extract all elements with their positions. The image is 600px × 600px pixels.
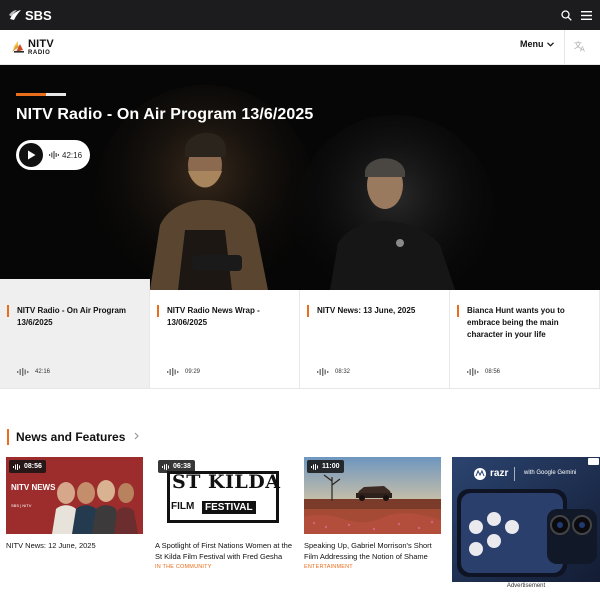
news-card[interactable]: NITV NEWS SBS | NITV 08:56 NITV News: 12… [6,457,143,551]
duration-badge: 08:56 [9,460,46,473]
ad-tagline: with Google Gemini [524,470,577,476]
news-card[interactable]: ST KILDA FILM FESTIVAL 06:38 A Spotlight… [155,457,292,570]
episode-strip: NITV Radio - On Air Program 13/6/2025 42… [0,279,600,389]
sbs-topbar: SBS [0,0,600,30]
news-card[interactable]: 11:00 Speaking Up, Gabriel Morrison's Sh… [304,457,441,570]
sbs-mark-icon [9,10,21,20]
advertisement[interactable]: razr with Google Gemini [452,457,600,582]
audio-wave-icon [49,151,59,159]
episode-card[interactable]: NITV News: 13 June, 2025 08:32 [300,290,450,389]
episode-title: Bianca Hunt wants you to embrace being t… [467,306,565,339]
episode-accent-bar [457,305,459,317]
episode-card[interactable]: NITV Radio - On Air Program 13/6/2025 42… [0,279,150,389]
hero-accent-bar [16,93,66,96]
chevron-down-icon [546,41,554,47]
hero-play-button[interactable]: 42:16 [16,140,90,170]
news-card-thumbnail: NITV NEWS SBS | NITV 08:56 [6,457,143,534]
episode-accent-bar [7,305,9,317]
card-title[interactable]: Speaking Up, Gabriel Morrison's Short Fi… [304,540,441,562]
card-title[interactable]: A Spotlight of First Nations Women at th… [155,540,292,562]
news-card-thumbnail: 11:00 [304,457,441,534]
episode-duration: 08:56 [485,369,501,375]
advertisement-label: Advertisement [506,583,546,589]
card-duration: 08:56 [24,463,42,470]
card-category[interactable]: ENTERTAINMENT [304,564,441,570]
episode-duration: 42:16 [35,369,51,375]
sbs-logo[interactable]: SBS [8,8,52,23]
card-duration: 06:38 [173,463,191,470]
episode-duration: 09:29 [185,369,201,375]
ad-info-icon[interactable] [588,458,599,465]
hamburger-icon[interactable] [580,8,592,22]
menu-button[interactable]: Menu [520,39,554,49]
chevron-right-icon [134,432,140,443]
hero-photo [0,65,600,290]
episode-card[interactable]: Bianca Hunt wants you to embrace being t… [450,290,600,389]
nitv-logo-text: NITV [28,37,54,50]
nitv-header: NITV RADIO Menu 文A [0,30,600,65]
translate-icon[interactable]: 文A [574,40,588,54]
hero-banner[interactable]: NITV Radio - On Air Program 13/6/2025 42… [0,65,600,290]
section-accent-bar [7,429,9,445]
card-category[interactable]: IN THE COMMUNITY [155,564,292,570]
news-card-thumbnail: ST KILDA FILM FESTIVAL 06:38 [155,457,292,534]
menu-label: Menu [520,39,544,49]
st-kilda-logo-line1: ST KILDA [172,471,281,493]
hero-duration: 42:16 [62,150,83,160]
section-title: News and Features [16,430,126,444]
audio-wave-icon [317,368,329,376]
duration-badge: 11:00 [307,460,344,473]
audio-wave-icon [13,463,20,470]
card-title[interactable]: NITV News: 12 June, 2025 [6,540,143,551]
episode-title: NITV Radio - On Air Program 13/6/2025 [17,306,127,327]
news-features-heading[interactable]: News and Features [7,429,140,445]
nitv-mark-icon [12,41,24,53]
nitv-news-thumb-brand: NITV NEWS [11,483,56,492]
episode-accent-bar [157,305,159,317]
card-duration: 11:00 [322,463,340,470]
header-divider [564,30,565,65]
st-kilda-logo-line2: FILM [171,501,195,512]
episode-title: NITV Radio News Wrap - 13/06/2025 [167,306,260,327]
audio-wave-icon [17,368,29,376]
sbs-brand-text: SBS [25,7,52,23]
thumb-footer: SBS | NITV [11,503,32,508]
nitv-radio-logo[interactable]: NITV RADIO [11,37,54,56]
episode-duration: 08:32 [335,369,351,375]
episode-title: NITV News: 13 June, 2025 [317,306,416,315]
search-icon[interactable] [560,8,572,22]
audio-wave-icon [311,463,318,470]
st-kilda-logo-line3: FESTIVAL [202,501,256,514]
ad-brand-text: razr [490,468,509,479]
hero-title[interactable]: NITV Radio - On Air Program 13/6/2025 [16,106,313,124]
audio-wave-icon [162,463,169,470]
play-icon [19,143,43,167]
svg-text:A: A [580,46,585,53]
duration-badge: 06:38 [158,460,195,473]
audio-wave-icon [467,368,479,376]
episode-accent-bar [307,305,309,317]
radio-logo-text: RADIO [28,49,51,56]
audio-wave-icon [167,368,179,376]
episode-card[interactable]: NITV Radio News Wrap - 13/06/2025 09:29 [150,290,300,389]
